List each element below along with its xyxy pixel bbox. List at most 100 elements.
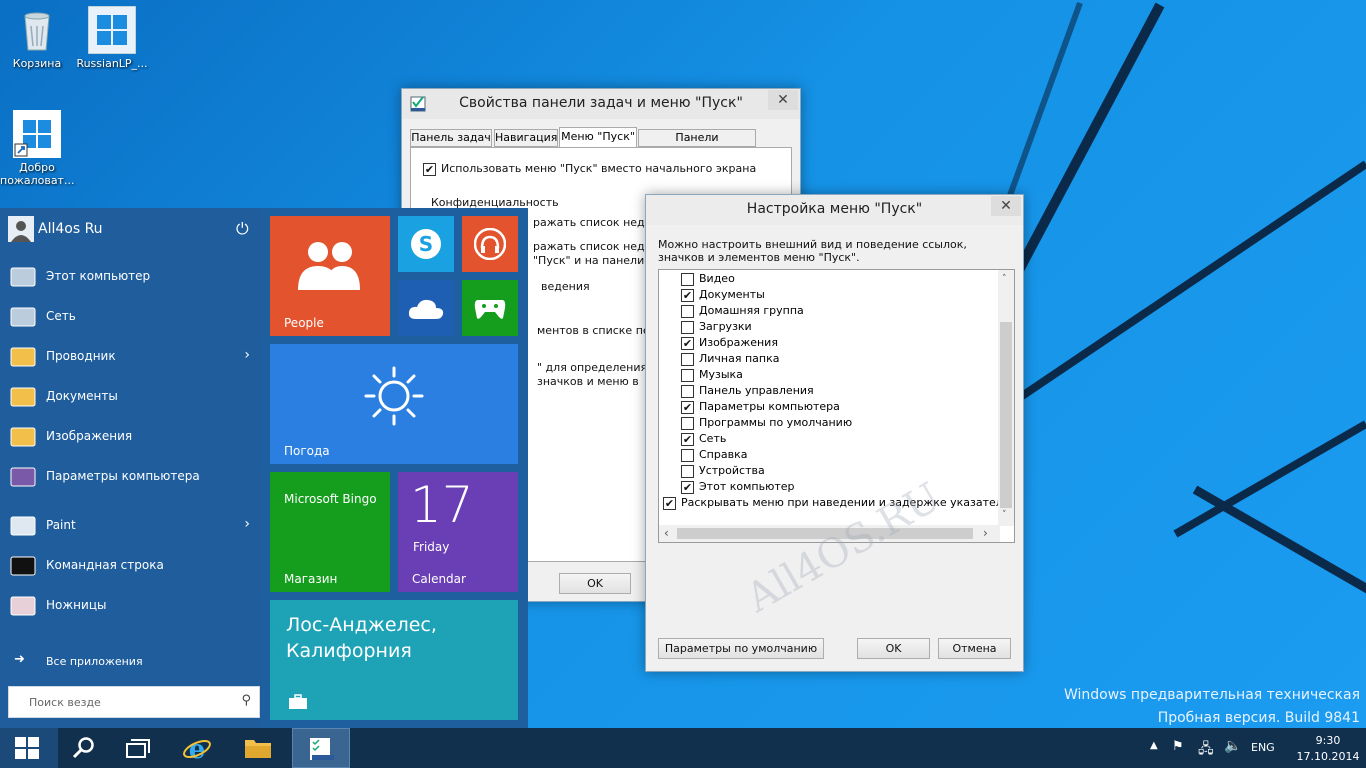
weather-tile[interactable]: Погода: [270, 344, 518, 464]
scroll-up-icon[interactable]: ˄: [1002, 274, 1007, 284]
start-button[interactable]: [0, 728, 58, 768]
folder-icon: [245, 740, 271, 758]
option-checkbox[interactable]: [681, 352, 694, 366]
onedrive-tile[interactable]: [398, 280, 454, 336]
use-start-menu-checkbox[interactable]: [423, 162, 436, 176]
option-item[interactable]: Программы по умолчанию: [681, 416, 852, 430]
option-item[interactable]: Устройства: [681, 464, 765, 478]
calendar-tile[interactable]: 17 Friday Calendar: [398, 472, 518, 592]
task-view-button[interactable]: [110, 728, 168, 768]
scrollbar-thumb[interactable]: [1000, 322, 1012, 508]
option-checkbox[interactable]: [681, 448, 694, 462]
search-box[interactable]: Поиск везде ⚲: [8, 686, 260, 718]
start-item[interactable]: Сеть: [0, 298, 262, 336]
start-item[interactable]: Документы: [0, 378, 262, 416]
start-item[interactable]: Параметры компьютера: [0, 458, 262, 496]
task-view-icon: [126, 739, 150, 758]
option-item[interactable]: Видео: [681, 272, 735, 286]
option-item[interactable]: Справка: [681, 448, 747, 462]
scroll-left-icon[interactable]: ‹: [664, 526, 669, 540]
network-icon[interactable]: 🖧: [1198, 738, 1214, 762]
option-item[interactable]: Документы: [681, 288, 765, 302]
people-tile[interactable]: People: [270, 216, 390, 336]
vertical-scrollbar[interactable]: ˄ ˅: [998, 270, 1014, 526]
tab-navigation[interactable]: Навигация: [494, 129, 558, 147]
option-item[interactable]: Параметры компьютера: [681, 400, 840, 414]
hover-option[interactable]: Раскрывать меню при наведении и задержке…: [663, 496, 1014, 510]
chevron-right-icon[interactable]: ›: [244, 516, 250, 532]
close-button[interactable]: ✕: [991, 196, 1021, 216]
recycle-bin-shortcut[interactable]: Корзина: [0, 6, 74, 70]
option-checkbox[interactable]: [681, 320, 694, 334]
customize-ok-button[interactable]: OK: [857, 638, 930, 659]
option-checkbox[interactable]: [681, 416, 694, 430]
internet-explorer-button[interactable]: e: [168, 728, 226, 768]
option-item[interactable]: Личная папка: [681, 352, 779, 366]
taskbar-properties-ok-button[interactable]: OK: [559, 573, 631, 594]
option-checkbox[interactable]: [681, 368, 694, 382]
option-item[interactable]: Сеть: [681, 432, 726, 446]
option-item[interactable]: Домашняя группа: [681, 304, 804, 318]
use-start-menu-option[interactable]: Использовать меню "Пуск" вместо начально…: [423, 162, 756, 176]
close-button[interactable]: ✕: [768, 90, 798, 110]
start-item[interactable]: Paint ›: [0, 507, 262, 545]
language-indicator[interactable]: ENG: [1251, 741, 1275, 754]
option-checkbox[interactable]: [681, 288, 694, 302]
horizontal-scrollbar[interactable]: ‹ ›: [659, 525, 1000, 542]
start-item[interactable]: Этот компьютер: [0, 258, 262, 296]
search-icon: [72, 737, 94, 759]
file-explorer-button[interactable]: [230, 728, 288, 768]
windows-logo-icon: [15, 737, 39, 759]
option-checkbox[interactable]: [681, 384, 694, 398]
tab-start-menu[interactable]: Меню "Пуск": [559, 127, 637, 148]
taskbar-properties-titlebar[interactable]: Свойства панели задач и меню "Пуск" ✕: [402, 89, 800, 119]
scroll-right-icon[interactable]: ›: [983, 526, 988, 540]
skype-tile[interactable]: S: [398, 216, 454, 272]
hover-option-checkbox[interactable]: [663, 496, 676, 510]
start-item[interactable]: Командная строка: [0, 547, 262, 585]
option-item[interactable]: Загрузки: [681, 320, 752, 334]
russianlp-shortcut[interactable]: RussianLP_...: [75, 5, 149, 70]
option-checkbox[interactable]: [681, 304, 694, 318]
chevron-right-icon[interactable]: ›: [244, 347, 250, 363]
start-item[interactable]: Изображения: [0, 418, 262, 456]
option-checkbox[interactable]: [681, 400, 694, 414]
search-icon[interactable]: ⚲: [241, 693, 251, 708]
volume-icon[interactable]: 🔈: [1224, 738, 1241, 754]
tab-taskbar[interactable]: Панель задач: [410, 129, 492, 147]
all-apps-link[interactable]: Все приложения: [46, 655, 143, 668]
user-name[interactable]: All4os Ru: [38, 221, 103, 237]
power-icon[interactable]: ⏻: [236, 219, 249, 239]
tab-toolbars[interactable]: Панели инструментов: [638, 129, 756, 160]
customize-options-list[interactable]: Видео Документы Домашняя группа Загрузки Изо…: [658, 269, 1015, 543]
bingo-tile[interactable]: Microsoft Bingo Магазин: [270, 472, 390, 592]
xbox-tile[interactable]: [462, 280, 518, 336]
avatar[interactable]: [8, 216, 34, 242]
action-center-flag-icon[interactable]: ⚑: [1172, 739, 1184, 754]
start-item[interactable]: Проводник ›: [0, 338, 262, 376]
option-item[interactable]: Панель управления: [681, 384, 814, 398]
option-item[interactable]: Музыка: [681, 368, 743, 382]
clock[interactable]: 9:30 17.10.2014: [1296, 728, 1360, 768]
option-checkbox[interactable]: [681, 272, 694, 286]
horizontal-scrollbar-thumb[interactable]: [677, 528, 973, 539]
show-hidden-icons-icon[interactable]: ▲: [1150, 740, 1158, 751]
start-item-label: Проводник: [46, 349, 116, 363]
customize-titlebar[interactable]: Настройка меню "Пуск" ✕: [646, 195, 1023, 225]
option-checkbox[interactable]: [681, 480, 694, 494]
music-tile[interactable]: [462, 216, 518, 272]
defaults-button[interactable]: Параметры по умолчанию: [658, 638, 824, 659]
option-item[interactable]: Изображения: [681, 336, 778, 350]
option-item[interactable]: Этот компьютер: [681, 480, 795, 494]
option-checkbox[interactable]: [681, 432, 694, 446]
option-checkbox[interactable]: [681, 464, 694, 478]
travel-tile[interactable]: Лос-Анджелес, Калифорния: [270, 600, 518, 720]
option-checkbox[interactable]: [681, 336, 694, 350]
welcome-shortcut[interactable]: Добро пожаловат...: [0, 110, 74, 187]
customize-cancel-button[interactable]: Отмена: [938, 638, 1011, 659]
taskbar-search-button[interactable]: [58, 728, 116, 768]
build-watermark: Windows предварительная техническая Проб…: [1064, 684, 1360, 728]
scroll-down-icon[interactable]: ˅: [1002, 510, 1007, 520]
start-item[interactable]: Ножницы: [0, 587, 262, 625]
taskbar-properties-task[interactable]: [292, 728, 350, 768]
